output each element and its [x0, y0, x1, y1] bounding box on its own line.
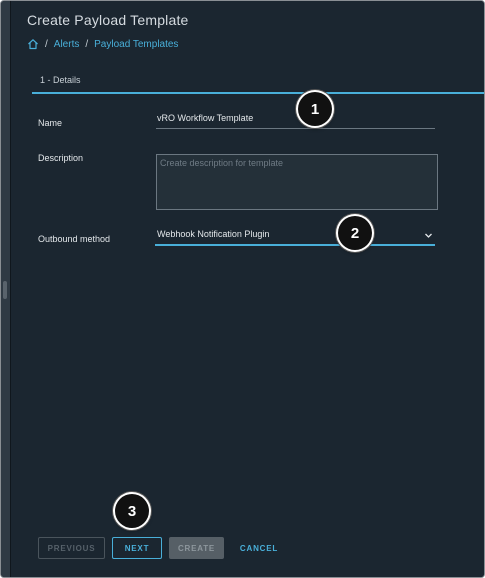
outbound-method-select[interactable]: Webhook Notification Plugin — [155, 229, 435, 246]
description-textarea[interactable]: Create description for template — [156, 154, 438, 210]
dialog-window: Create Payload Template / Alerts / Paylo… — [0, 0, 485, 578]
create-payload-template-panel: Create Payload Template / Alerts / Paylo… — [16, 1, 484, 577]
page-title: Create Payload Template — [27, 12, 189, 28]
outbound-method-label: Outbound method — [38, 234, 111, 244]
breadcrumb-payload-templates-link[interactable]: Payload Templates — [94, 39, 178, 50]
callout-marker-1: 1 — [298, 92, 332, 126]
chevron-down-icon — [425, 233, 432, 238]
create-button[interactable]: CREATE — [169, 537, 224, 559]
name-input[interactable]: vRO Workflow Template — [156, 113, 435, 129]
breadcrumb-separator: / — [85, 38, 89, 50]
step-details-label: 1 - Details — [40, 75, 81, 85]
description-label: Description — [38, 153, 84, 163]
home-icon[interactable] — [27, 38, 39, 50]
callout-marker-3: 3 — [115, 494, 149, 528]
breadcrumb-separator: / — [45, 38, 48, 50]
side-panel-edge[interactable] — [1, 1, 11, 577]
step-details-header[interactable]: 1 - Details — [32, 68, 484, 94]
previous-button[interactable]: PREVIOUS — [38, 537, 105, 559]
callout-marker-2: 2 — [338, 216, 372, 250]
cancel-button[interactable]: CANCEL — [232, 537, 286, 559]
breadcrumb: / Alerts / Payload Templates — [27, 36, 178, 52]
outbound-method-value: Webhook Notification Plugin — [157, 229, 270, 239]
resize-handle[interactable] — [3, 281, 7, 299]
description-placeholder: Create description for template — [160, 158, 284, 168]
next-button[interactable]: NEXT — [112, 537, 162, 559]
name-label: Name — [38, 118, 63, 128]
breadcrumb-alerts-link[interactable]: Alerts — [54, 39, 80, 50]
